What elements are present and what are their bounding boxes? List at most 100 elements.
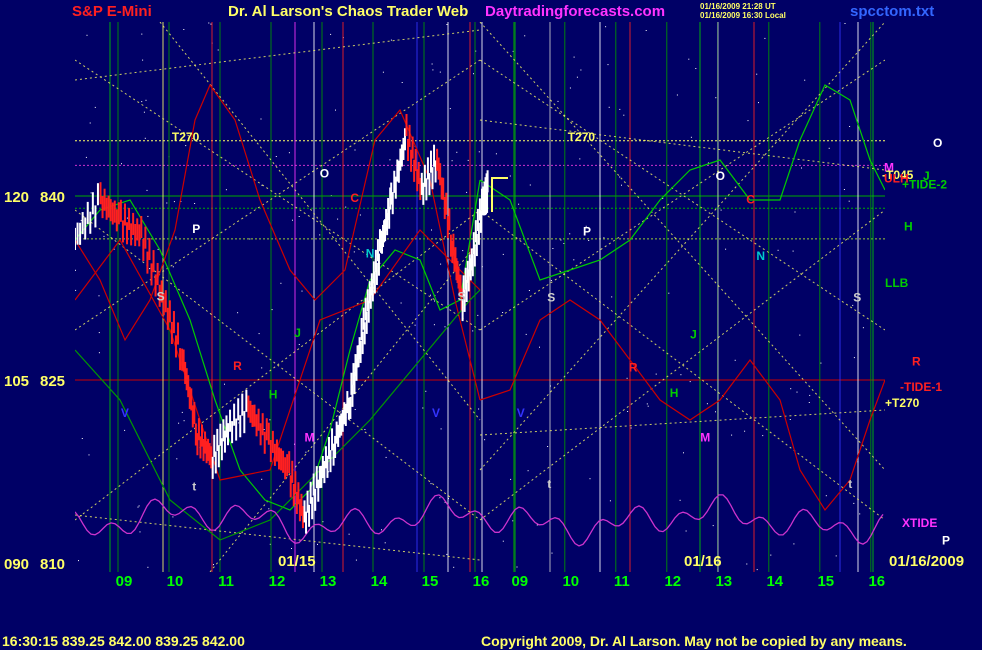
star — [94, 106, 96, 108]
star — [449, 108, 451, 110]
star — [137, 506, 139, 508]
star — [78, 560, 79, 562]
star — [86, 34, 88, 36]
star — [712, 525, 714, 527]
star — [679, 499, 681, 501]
star — [770, 554, 772, 556]
star — [172, 266, 174, 268]
star — [715, 97, 717, 99]
star — [434, 300, 435, 302]
star — [238, 422, 240, 424]
star — [88, 454, 90, 456]
star — [414, 324, 416, 326]
x-tick-label: 16 — [473, 573, 490, 590]
star — [345, 206, 347, 208]
star — [552, 248, 554, 249]
star — [166, 202, 168, 204]
star — [172, 516, 174, 518]
star — [194, 203, 196, 204]
marker-day1: H — [269, 387, 278, 401]
marker-day1: t — [192, 479, 196, 493]
x-tick-label: 13 — [715, 573, 732, 590]
star — [849, 126, 851, 127]
star — [853, 357, 855, 359]
right-label: -TIDE-1 — [900, 380, 942, 394]
star — [98, 352, 100, 354]
star — [121, 163, 122, 165]
star — [609, 500, 611, 502]
y-left-tick: 105 — [4, 373, 29, 390]
star — [453, 566, 455, 568]
star — [852, 304, 854, 306]
star — [576, 76, 578, 78]
star — [607, 64, 609, 66]
star — [525, 333, 527, 335]
star — [126, 217, 128, 219]
star — [451, 160, 453, 162]
star — [744, 430, 746, 432]
star — [560, 239, 562, 241]
star — [510, 478, 512, 480]
star — [261, 478, 263, 480]
star — [292, 219, 293, 221]
y-price-tick: 810 — [40, 556, 65, 573]
star — [249, 238, 251, 240]
star — [175, 236, 177, 238]
star — [89, 122, 91, 124]
x-tick-label: 13 — [320, 573, 337, 590]
star — [317, 543, 318, 545]
star — [335, 109, 336, 111]
star — [695, 68, 697, 69]
star — [176, 458, 178, 460]
star — [217, 49, 219, 51]
right-label: R — [912, 354, 921, 368]
star — [611, 296, 613, 298]
star — [173, 201, 175, 203]
x-tick-label: 15 — [422, 573, 439, 590]
y-left-tick: 120 — [4, 189, 29, 206]
star — [430, 483, 432, 485]
star — [138, 505, 140, 507]
star — [263, 429, 265, 430]
right-label: +T270 — [885, 396, 920, 410]
star — [746, 563, 748, 565]
star — [330, 33, 332, 35]
x-tick-label: 15 — [817, 573, 834, 590]
star — [589, 478, 591, 480]
star — [390, 39, 392, 41]
star — [547, 446, 549, 447]
star — [828, 147, 830, 149]
star — [720, 209, 722, 211]
star — [478, 151, 480, 153]
marker-day2: S — [853, 290, 861, 304]
star — [141, 101, 143, 103]
marker-day2: V — [517, 406, 525, 420]
star — [790, 388, 792, 390]
y-left-tick: 090 — [4, 556, 29, 573]
star — [141, 33, 143, 35]
star — [569, 233, 571, 235]
marker-day2: M — [700, 430, 710, 444]
star — [605, 26, 607, 28]
star — [382, 71, 384, 73]
star — [619, 176, 621, 178]
marker-day1: T270 — [172, 130, 200, 144]
star — [260, 118, 262, 120]
star — [425, 390, 427, 392]
marker-day1: R — [233, 359, 242, 373]
star — [157, 248, 159, 250]
right-label: XTIDE — [902, 516, 937, 530]
star — [181, 411, 183, 413]
star — [655, 373, 657, 375]
star — [835, 555, 837, 557]
star — [439, 497, 441, 499]
x-tick-label: 09 — [511, 573, 528, 590]
marker-day2: H — [670, 386, 679, 400]
star — [518, 203, 520, 205]
star — [715, 411, 716, 413]
star — [269, 419, 271, 421]
star — [444, 326, 446, 328]
star — [389, 159, 391, 161]
marker-day2: t — [848, 477, 852, 491]
star — [706, 403, 708, 405]
